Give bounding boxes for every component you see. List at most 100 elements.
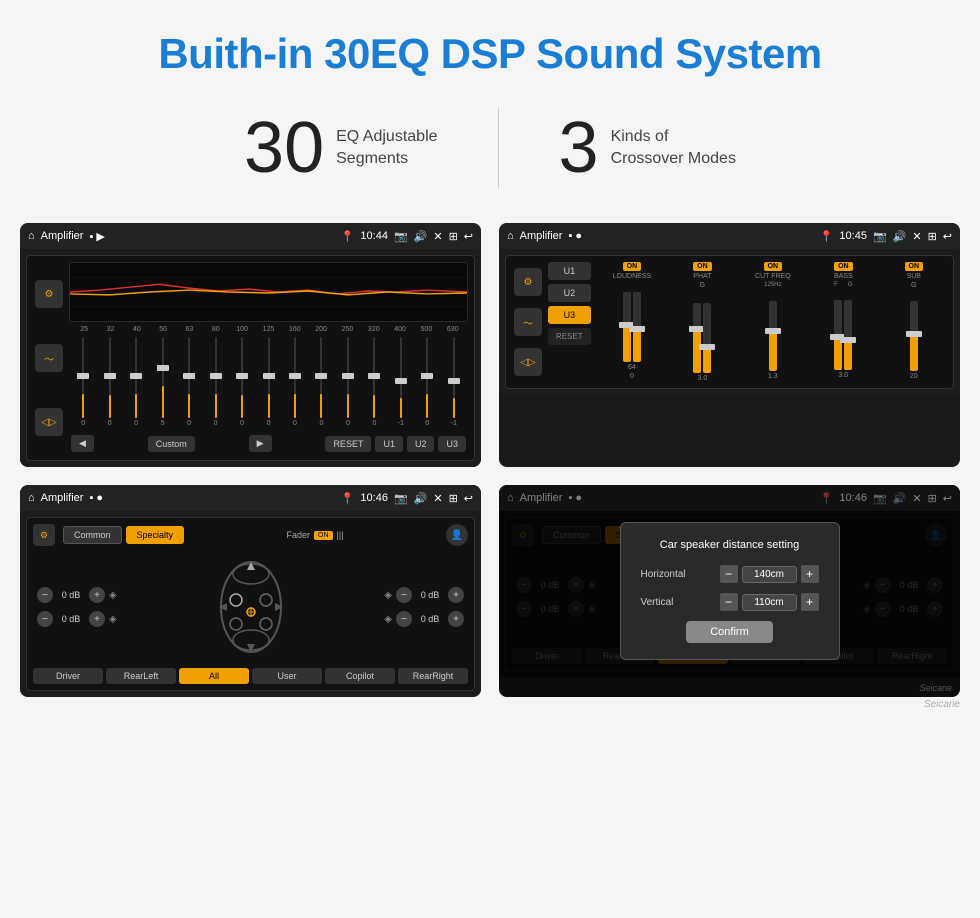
distance-modal-overlay: Car speaker distance setting Horizontal …: [499, 485, 960, 697]
crossover-tune-btn[interactable]: ⚙: [514, 268, 542, 296]
screen-speaker: ⌂ Amplifier ▪ ● 📍 10:46 📷 🔊 ✕ ⊞ ↩: [20, 485, 481, 697]
reset-btn-eq[interactable]: RESET: [325, 436, 371, 452]
u2-btn-eq[interactable]: U2: [407, 436, 435, 452]
crossover-wave-btn[interactable]: 〜: [514, 308, 542, 336]
modal-title: Car speaker distance setting: [641, 539, 819, 551]
channel-cutfreq: ON CUT FREQ 125Hz 1.3: [740, 262, 806, 382]
freq-label: 63: [176, 326, 202, 333]
vertical-minus-btn[interactable]: −: [720, 593, 738, 611]
on-badge-loudness: ON: [623, 262, 642, 271]
back-icon-crossover[interactable]: ↩: [943, 230, 952, 243]
eq-slider[interactable]: 0: [256, 337, 280, 427]
eq-tune-btn[interactable]: ⚙: [35, 280, 63, 308]
home-icon[interactable]: ⌂: [28, 230, 35, 242]
speaker-footer: Driver RearLeft All User Copilot RearRig…: [33, 668, 468, 684]
fr-minus-btn[interactable]: −: [396, 587, 412, 603]
tab-common[interactable]: Common: [63, 526, 122, 544]
eq-slider[interactable]: 0: [203, 337, 227, 427]
eq-wave-btn[interactable]: 〜: [35, 344, 63, 372]
horizontal-minus-btn[interactable]: −: [720, 565, 738, 583]
u3-preset[interactable]: U3: [548, 306, 591, 324]
eq-slider[interactable]: 0: [124, 337, 148, 427]
eq-sliders: 0 0 0 5: [69, 337, 468, 427]
eq-slider[interactable]: -1: [442, 337, 466, 427]
slider-bass[interactable]: [834, 290, 852, 370]
eq-body: ⚙ 〜 ◁▷: [26, 255, 475, 461]
eq-slider[interactable]: 5: [150, 337, 174, 427]
fader-on-badge: ON: [314, 531, 333, 540]
on-badge-phat: ON: [693, 262, 712, 271]
fr-vol-val: 0 dB: [416, 590, 444, 600]
rl-speaker-icon: ◈: [109, 614, 117, 625]
tab-specialty[interactable]: Specialty: [126, 526, 185, 544]
horizontal-plus-btn[interactable]: +: [801, 565, 819, 583]
slider-sub[interactable]: [910, 291, 918, 371]
eq-slider[interactable]: -1: [389, 337, 413, 427]
eq-slider[interactable]: 0: [415, 337, 439, 427]
screen-eq: ⌂ Amplifier ▪ ▶ 📍 10:44 📷 🔊 ✕ ⊞ ↩ ⚙ 〜 ◁: [20, 223, 481, 467]
all-btn[interactable]: All: [179, 668, 249, 684]
freq-label: 50: [150, 326, 176, 333]
slider-phat[interactable]: [693, 293, 711, 373]
rr-plus-btn[interactable]: +: [448, 611, 464, 627]
speaker-tune-btn[interactable]: ⚙: [33, 524, 55, 546]
eq-slider[interactable]: 0: [336, 337, 360, 427]
back-icon-eq[interactable]: ↩: [464, 230, 473, 243]
eq-vol-btn[interactable]: ◁▷: [35, 408, 63, 436]
eq-slider[interactable]: 0: [71, 337, 95, 427]
vertical-plus-btn[interactable]: +: [801, 593, 819, 611]
front-right-vol: ◈ − 0 dB +: [384, 587, 464, 603]
rearright-btn[interactable]: RearRight: [398, 668, 468, 684]
slider-loudness[interactable]: [623, 282, 641, 362]
label-phat: PHAT: [693, 273, 711, 280]
fl-plus-btn[interactable]: +: [89, 587, 105, 603]
eq-slider[interactable]: 0: [283, 337, 307, 427]
freq-label: 80: [203, 326, 229, 333]
front-left-vol: − 0 dB + ◈: [37, 587, 117, 603]
u3-btn-eq[interactable]: U3: [438, 436, 466, 452]
crossover-number: 3: [559, 112, 599, 184]
screens-grid: ⌂ Amplifier ▪ ▶ 📍 10:44 📷 🔊 ✕ ⊞ ↩ ⚙ 〜 ◁: [20, 223, 960, 697]
rr-minus-btn[interactable]: −: [396, 611, 412, 627]
copilot-btn[interactable]: Copilot: [325, 668, 395, 684]
play-icons-eq: ▪ ▶: [89, 230, 104, 243]
home-icon-speaker[interactable]: ⌂: [28, 492, 35, 504]
fl-minus-btn[interactable]: −: [37, 587, 53, 603]
crossover-vol-btn[interactable]: ◁▷: [514, 348, 542, 376]
reset-crossover[interactable]: RESET: [548, 328, 591, 345]
eq-slider[interactable]: 0: [97, 337, 121, 427]
freq-label: 250: [334, 326, 360, 333]
home-icon-crossover[interactable]: ⌂: [507, 230, 514, 242]
screen-crossover: ⌂ Amplifier ▪ ● 📍 10:45 📷 🔊 ✕ ⊞ ↩ ⚙ 〜 ◁: [499, 223, 960, 467]
rearleft-btn[interactable]: RearLeft: [106, 668, 176, 684]
preset-btn-group: RESET U1 U2 U3: [325, 436, 466, 452]
x-icon-crossover: ✕: [912, 230, 921, 243]
prev-btn[interactable]: ◀: [71, 435, 94, 452]
rl-minus-btn[interactable]: −: [37, 611, 53, 627]
back-icon-speaker[interactable]: ↩: [464, 492, 473, 505]
next-btn[interactable]: ▶: [249, 435, 272, 452]
u1-preset[interactable]: U1: [548, 262, 591, 280]
slider-cutfreq[interactable]: [769, 291, 777, 371]
user-btn[interactable]: User: [252, 668, 322, 684]
u1-btn-eq[interactable]: U1: [375, 436, 403, 452]
features-row: 30 EQ Adjustable Segments 3 Kinds of Cro…: [20, 108, 960, 188]
speaker-user-icon[interactable]: 👤: [446, 524, 468, 546]
car-svg: [201, 552, 301, 662]
status-left-eq: ⌂ Amplifier ▪ ▶: [28, 230, 105, 243]
custom-btn[interactable]: Custom: [148, 436, 195, 452]
eq-slider[interactable]: 0: [177, 337, 201, 427]
freq-label: 32: [97, 326, 123, 333]
eq-slider[interactable]: 0: [309, 337, 333, 427]
vertical-value: 110cm: [742, 594, 797, 611]
confirm-button[interactable]: Confirm: [686, 621, 773, 643]
eq-slider[interactable]: 0: [230, 337, 254, 427]
fr-plus-btn[interactable]: +: [448, 587, 464, 603]
windows-icon-crossover: ⊞: [928, 230, 937, 243]
eq-slider[interactable]: 0: [362, 337, 386, 427]
driver-btn[interactable]: Driver: [33, 668, 103, 684]
eq-graph: [69, 262, 468, 322]
feature-eq: 30 EQ Adjustable Segments: [184, 112, 498, 184]
rl-plus-btn[interactable]: +: [89, 611, 105, 627]
u2-preset[interactable]: U2: [548, 284, 591, 302]
